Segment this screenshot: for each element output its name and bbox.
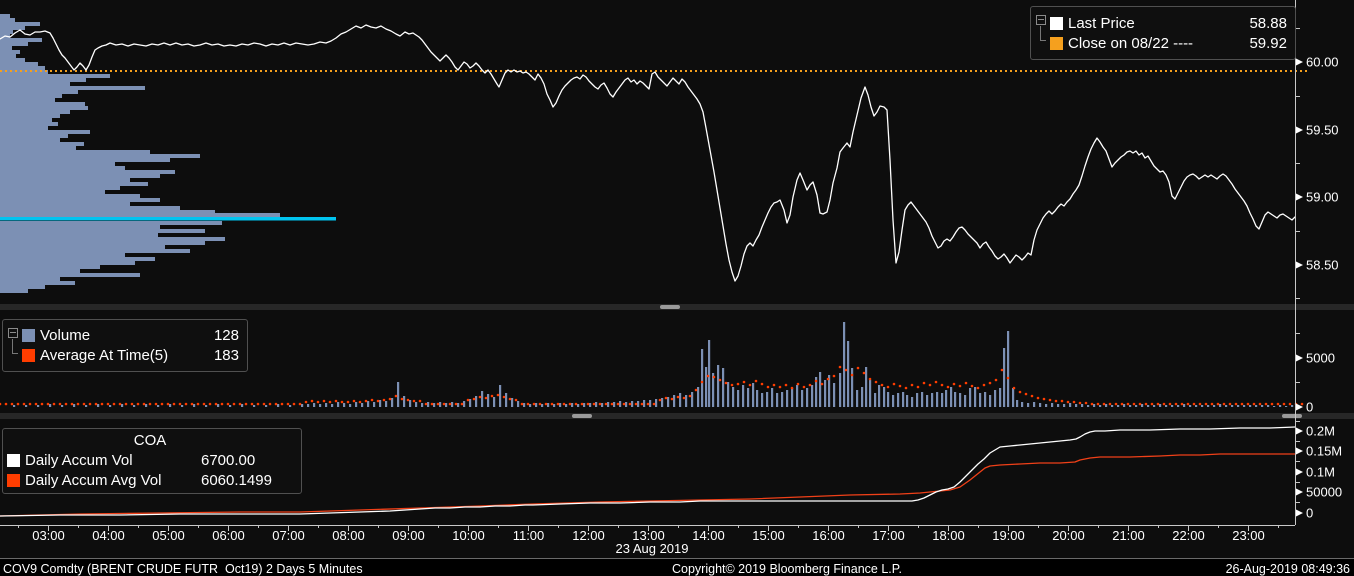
- status-bar: COV9 Comdty (BRENT CRUDE FUTR Oct19) 2 D…: [0, 558, 1354, 576]
- bloomberg-chart-window: 60.00 59.50 59.00 58.50 5000 0 0.2M 0.15M 0.1M 50…: [0, 0, 1354, 576]
- volume-label: Volume: [40, 327, 91, 344]
- price-legend[interactable]: Last Price 58.88 Close on 08/22 ---- 59.…: [1030, 6, 1296, 60]
- svg-text:19:00: 19:00: [992, 528, 1025, 543]
- daily-accum-vol-swatch-icon: [7, 453, 20, 467]
- legend-row-volume[interactable]: Volume 128: [22, 326, 239, 346]
- svg-text:21:00: 21:00: [1112, 528, 1145, 543]
- svg-text:03:00: 03:00: [32, 528, 65, 543]
- svg-text:0.2M: 0.2M: [1306, 424, 1335, 439]
- svg-text:59.00: 59.00: [1306, 190, 1339, 205]
- last-price-value: 58.88: [1249, 14, 1287, 32]
- legend-expander-icon[interactable]: [1035, 10, 1050, 56]
- svg-text:04:00: 04:00: [92, 528, 125, 543]
- panel-resize-handle[interactable]: [660, 305, 680, 309]
- close-price-value: 59.92: [1249, 34, 1287, 52]
- legend-row-close-price[interactable]: Close on 08/22 ---- 59.92: [1050, 33, 1287, 53]
- legend-row-daily-accum-vol[interactable]: Daily Accum Vol 6700.00: [7, 450, 293, 470]
- svg-text:05:00: 05:00: [152, 528, 185, 543]
- daily-accum-vol-value: 6700.00: [201, 451, 256, 469]
- volume-legend[interactable]: Volume 128 Average At Time(5) 183: [2, 319, 248, 372]
- svg-text:07:00: 07:00: [272, 528, 305, 543]
- x-axis-date-label: 23 Aug 2019: [615, 541, 688, 556]
- svg-text:17:00: 17:00: [872, 528, 905, 543]
- svg-text:59.50: 59.50: [1306, 123, 1339, 138]
- svg-text:20:00: 20:00: [1052, 528, 1085, 543]
- svg-text:18:00: 18:00: [932, 528, 965, 543]
- volume-at-price-bars: [0, 14, 280, 293]
- poc-highlight-line: [0, 217, 336, 221]
- close-price-label: Close on 08/22 ----: [1068, 34, 1194, 52]
- legend-row-last-price[interactable]: Last Price 58.88: [1050, 13, 1287, 33]
- svg-text:10:00: 10:00: [452, 528, 485, 543]
- last-price-label: Last Price: [1068, 14, 1135, 32]
- panel-resize-handle[interactable]: [572, 414, 592, 418]
- svg-text:14:00: 14:00: [692, 528, 725, 543]
- volume-value: 128: [213, 327, 239, 344]
- daily-accum-avg-vol-label: Daily Accum Avg Vol: [25, 471, 162, 489]
- svg-text:06:00: 06:00: [212, 528, 245, 543]
- panel-resize-handle[interactable]: [1282, 414, 1302, 418]
- svg-text:0.1M: 0.1M: [1306, 465, 1335, 480]
- svg-text:23 Aug 2019: 23 Aug 2019: [615, 541, 688, 556]
- svg-text:50000: 50000: [1306, 485, 1342, 500]
- legend-row-average-at-time[interactable]: Average At Time(5) 183: [22, 346, 239, 366]
- svg-text:08:00: 08:00: [332, 528, 365, 543]
- average-value: 183: [213, 347, 239, 364]
- legend-expander-icon[interactable]: [7, 323, 22, 368]
- accum-legend-title: COA: [133, 432, 167, 449]
- svg-text:22:00: 22:00: [1172, 528, 1205, 543]
- average-swatch-icon: [22, 349, 35, 362]
- daily-accum-vol-label: Daily Accum Vol: [25, 451, 133, 469]
- svg-text:12:00: 12:00: [572, 528, 605, 543]
- security-description: COV9 Comdty (BRENT CRUDE FUTR Oct19) 2 D…: [3, 562, 363, 576]
- svg-text:11:00: 11:00: [513, 528, 545, 543]
- terminal-timestamp: 26-Aug-2019 08:49:36: [1225, 562, 1350, 576]
- legend-row-daily-accum-avg-vol[interactable]: Daily Accum Avg Vol 6060.1499: [7, 470, 293, 490]
- close-price-swatch-icon: [1050, 36, 1063, 50]
- svg-text:5000: 5000: [1306, 351, 1335, 366]
- daily-accum-avg-vol-value: 6060.1499: [201, 471, 272, 489]
- last-price-swatch-icon: [1050, 16, 1063, 30]
- svg-text:60.00: 60.00: [1306, 55, 1339, 70]
- svg-text:0: 0: [1306, 506, 1313, 521]
- svg-text:15:00: 15:00: [752, 528, 785, 543]
- svg-text:0: 0: [1306, 400, 1313, 415]
- svg-text:58.50: 58.50: [1306, 258, 1339, 273]
- volume-swatch-icon: [22, 329, 35, 342]
- daily-accum-avg-vol-swatch-icon: [7, 473, 20, 487]
- svg-text:09:00: 09:00: [392, 528, 425, 543]
- copyright-text: Copyright© 2019 Bloomberg Finance L.P.: [672, 562, 902, 576]
- svg-text:0.15M: 0.15M: [1306, 444, 1342, 459]
- svg-text:23:00: 23:00: [1232, 528, 1265, 543]
- svg-text:16:00: 16:00: [812, 528, 845, 543]
- accum-volume-legend[interactable]: COA Daily Accum Vol 6700.00 Daily Accum …: [2, 428, 302, 494]
- average-label: Average At Time(5): [40, 347, 169, 364]
